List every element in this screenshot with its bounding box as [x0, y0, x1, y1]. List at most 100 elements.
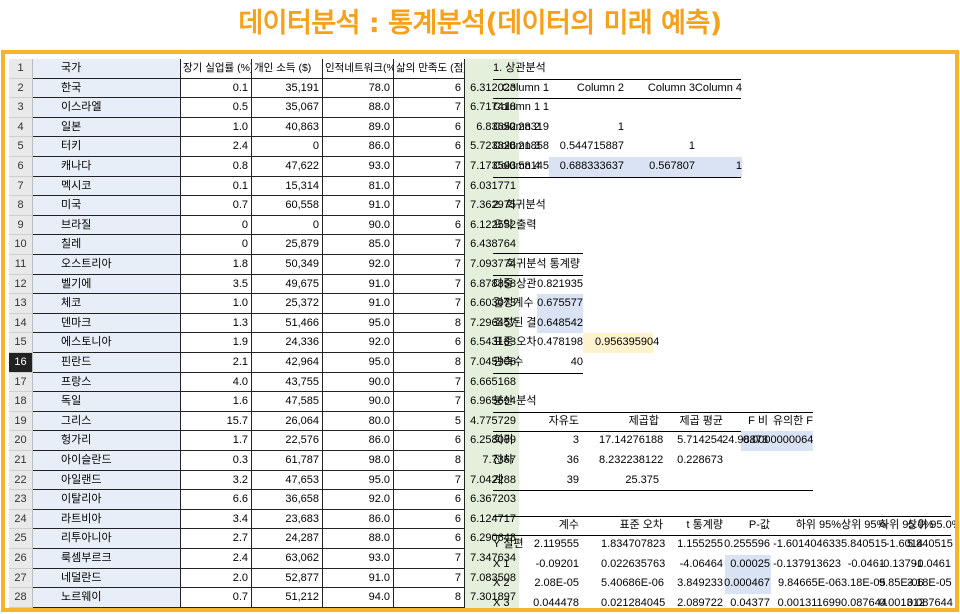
summary-label[interactable]: 요약 출력 [493, 216, 613, 236]
data-cell[interactable]: 6 [394, 137, 465, 157]
column-header[interactable]: 인적네트워크(%) [323, 59, 394, 79]
row-number[interactable]: 2 [9, 78, 33, 99]
data-cell[interactable]: 3.2 [181, 470, 252, 491]
country-cell[interactable]: 네덜란드 [33, 568, 181, 589]
row-number[interactable]: 19 [9, 411, 33, 432]
row-number[interactable]: 16 [9, 353, 33, 373]
anova-col-header[interactable]: 유의한 F [753, 412, 813, 432]
data-cell[interactable]: 1.6 [181, 392, 252, 412]
data-cell[interactable]: 81.0 [323, 176, 394, 197]
stat-label[interactable]: 다중 상관 [493, 275, 537, 295]
anova-value[interactable]: 3 [519, 431, 579, 451]
data-cell[interactable]: 47,622 [252, 157, 323, 177]
data-cell[interactable]: 93.0 [323, 549, 394, 569]
data-cell[interactable]: 0.1 [181, 78, 252, 99]
row-number[interactable]: 22 [9, 470, 33, 491]
row-number[interactable]: 4 [9, 117, 33, 138]
row-number[interactable]: 17 [9, 372, 33, 393]
coef-value[interactable]: 0.001311699 [769, 594, 841, 608]
row-number[interactable]: 14 [9, 313, 33, 334]
row-number[interactable]: 8 [9, 196, 33, 216]
data-cell[interactable]: 86.0 [323, 509, 394, 530]
coef-value[interactable]: -1.601404633 [769, 535, 841, 555]
data-cell[interactable]: 0.5 [181, 98, 252, 118]
country-cell[interactable]: 노르웨이 [33, 588, 181, 608]
data-cell[interactable]: 80.0 [323, 411, 394, 432]
data-cell[interactable]: 7 [394, 274, 465, 295]
data-cell[interactable]: 1.8 [181, 255, 252, 275]
data-cell[interactable]: 2.0 [181, 568, 252, 589]
coef-value[interactable]: 0.044478 [517, 594, 579, 608]
data-cell[interactable]: 0 [252, 215, 323, 236]
data-cell[interactable]: 92.0 [323, 490, 394, 510]
data-cell[interactable]: 8 [394, 313, 465, 334]
country-cell[interactable]: 룩셈부르크 [33, 549, 181, 569]
data-cell[interactable]: 91.0 [323, 196, 394, 216]
data-cell[interactable]: 91.0 [323, 294, 394, 314]
stat-value[interactable]: 40 [537, 353, 583, 373]
data-cell[interactable]: 3.5 [181, 274, 252, 295]
row-number[interactable]: 23 [9, 490, 33, 510]
data-cell[interactable]: 26,064 [252, 411, 323, 432]
row-number[interactable]: 21 [9, 451, 33, 471]
prediction-cell[interactable]: 6.124717 [465, 509, 519, 530]
data-cell[interactable]: 6 [394, 215, 465, 236]
row-number[interactable]: 18 [9, 392, 33, 412]
data-cell[interactable]: 95.0 [323, 313, 394, 334]
data-cell[interactable]: 0.3 [181, 451, 252, 471]
corr-col-header[interactable]: Column 2 [552, 79, 624, 99]
corr-value[interactable] [670, 137, 742, 157]
stat-value[interactable]: 0.821935 [537, 275, 583, 295]
data-cell[interactable]: 86.0 [323, 431, 394, 451]
prediction-cell[interactable]: 6.031771 [465, 176, 519, 197]
data-cell[interactable]: 7 [394, 98, 465, 118]
country-cell[interactable]: 리투아니아 [33, 529, 181, 549]
data-cell[interactable]: 42,964 [252, 353, 323, 373]
data-cell[interactable]: 52,877 [252, 568, 323, 589]
data-cell[interactable]: 0.7 [181, 196, 252, 216]
corr-col-header[interactable]: Column 4 [670, 79, 742, 99]
data-cell[interactable]: 92.0 [323, 255, 394, 275]
stat-value[interactable]: 0.478198 [537, 333, 583, 353]
coef-value[interactable]: -0.0461 [907, 555, 951, 575]
stat-title[interactable]: 회귀분석 통계량 [493, 255, 593, 275]
data-cell[interactable]: 6 [394, 431, 465, 451]
data-cell[interactable]: 7 [394, 255, 465, 275]
country-cell[interactable]: 헝가리 [33, 431, 181, 451]
country-cell[interactable]: 아일랜드 [33, 470, 181, 491]
row-number[interactable]: 27 [9, 568, 33, 589]
corr-col-header[interactable]: Column 1 [477, 79, 549, 99]
row-number[interactable]: 1 [9, 59, 33, 79]
stat-value[interactable]: 0.956395904 [595, 333, 659, 353]
country-cell[interactable]: 덴마크 [33, 313, 181, 334]
corr-value[interactable]: 0.544715887 [552, 137, 624, 157]
data-cell[interactable]: 25,372 [252, 294, 323, 314]
section-heading[interactable]: 2. 회귀분석 [493, 196, 613, 216]
data-cell[interactable]: 49,675 [252, 274, 323, 295]
prediction-cell[interactable]: 4.775729 [465, 411, 519, 432]
column-header[interactable]: 국가 [33, 59, 181, 79]
data-cell[interactable]: 4.0 [181, 372, 252, 393]
data-cell[interactable]: 47,585 [252, 392, 323, 412]
data-cell[interactable]: 0.1 [181, 176, 252, 197]
corr-value[interactable]: 1 [477, 98, 549, 118]
column-header[interactable]: 장기 실업률 (%) [181, 59, 252, 79]
data-cell[interactable]: 40,863 [252, 117, 323, 138]
data-cell[interactable]: 7 [394, 294, 465, 314]
corr-value[interactable]: 1 [552, 118, 624, 138]
data-cell[interactable]: 0.7 [181, 588, 252, 608]
row-number[interactable]: 3 [9, 98, 33, 118]
data-cell[interactable]: 2.1 [181, 353, 252, 373]
data-cell[interactable]: 7 [394, 196, 465, 216]
data-cell[interactable]: 94.0 [323, 588, 394, 608]
anova-value[interactable]: 8.232238122 [599, 451, 663, 471]
data-cell[interactable]: 7 [394, 235, 465, 255]
data-cell[interactable]: 51,212 [252, 588, 323, 608]
data-cell[interactable]: 24,336 [252, 333, 323, 353]
data-cell[interactable]: 61,787 [252, 451, 323, 471]
country-cell[interactable]: 이탈리아 [33, 490, 181, 510]
data-cell[interactable]: 6 [394, 509, 465, 530]
data-cell[interactable]: 90.0 [323, 372, 394, 393]
data-cell[interactable]: 2.4 [181, 137, 252, 157]
data-cell[interactable]: 0 [181, 215, 252, 236]
